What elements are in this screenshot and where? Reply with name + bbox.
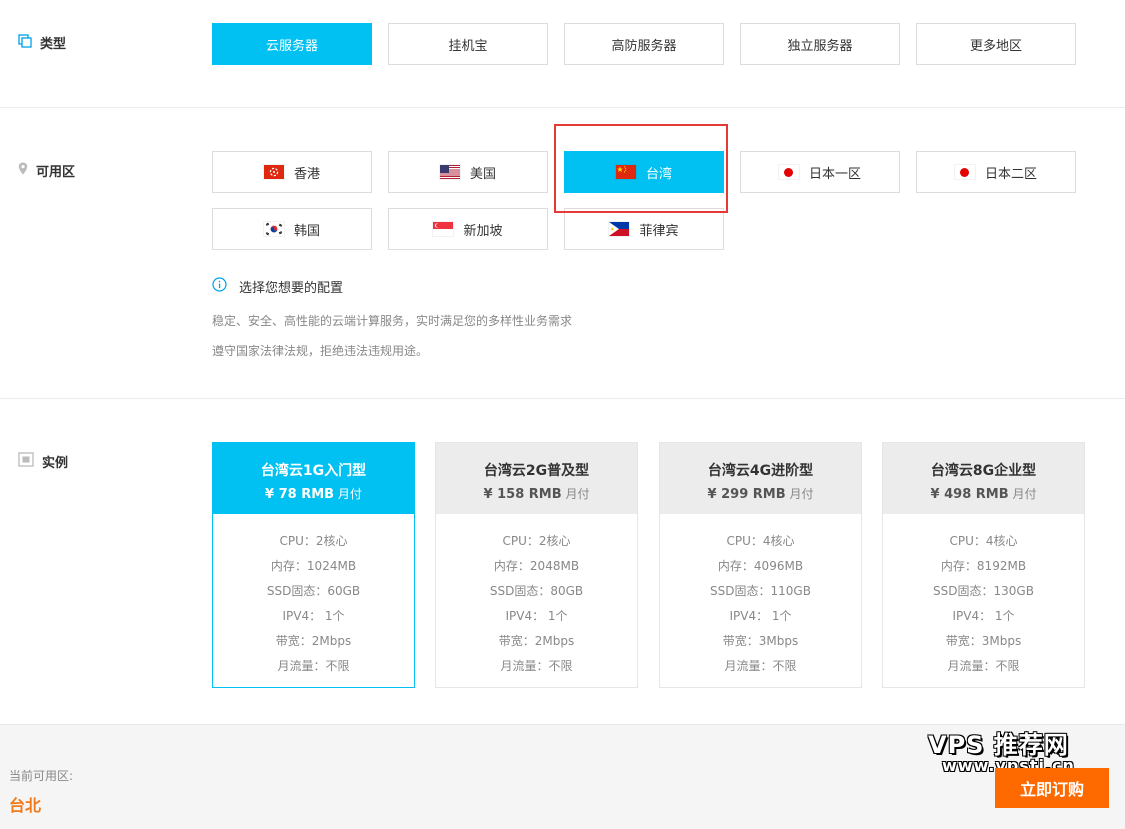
japan-flag-icon [778, 165, 799, 179]
card-specs: CPU：2核心 内存：1024MB SSD固态：60GB IPV4： 1个 带宽… [213, 514, 414, 679]
type-option-ddos-server[interactable]: 高防服务器 [564, 23, 724, 65]
watermark-title: VPS 推荐网 [928, 731, 1069, 759]
card-specs: CPU：4核心 内存：4096MB SSD固态：110GB IPV4： 1个 带… [660, 514, 861, 679]
spec-ssd: SSD固态：110GB [710, 584, 811, 598]
spec-ipv4: IPV4： 1个 [505, 609, 568, 623]
zone-section: 可用区 香港 美国 台湾 日本一区 日本二区 韩国 新加坡 菲律宾 选择您想要的… [0, 108, 1125, 399]
spec-bandwidth: 带宽：3Mbps [722, 634, 799, 648]
card-name: 台湾云4G进阶型 [707, 463, 814, 479]
instance-card-8g[interactable]: 台湾云8G企业型 ¥ 498 RMB 月付 CPU：4核心 内存：8192MB … [882, 442, 1085, 688]
spec-ipv4: IPV4： 1个 [282, 609, 345, 623]
card-price: ¥ 498 RMB 月付 [930, 487, 1037, 502]
card-header: 台湾云1G入门型 ¥ 78 RMB 月付 [213, 443, 414, 514]
hongkong-flag-icon [263, 165, 284, 179]
spec-cpu: CPU：4核心 [726, 534, 795, 548]
card-price: ¥ 78 RMB 月付 [265, 487, 362, 502]
spec-ipv4: IPV4： 1个 [952, 609, 1015, 623]
japan-flag-icon [954, 165, 975, 179]
spec-memory: 内存：4096MB [717, 559, 804, 573]
spec-cpu: CPU：4核心 [949, 534, 1018, 548]
type-label: 类型 [18, 33, 66, 52]
spec-ssd: SSD固态：80GB [489, 584, 584, 598]
card-header: 台湾云2G普及型 ¥ 158 RMB 月付 [436, 443, 637, 514]
card-specs: CPU：4核心 内存：8192MB SSD固态：130GB IPV4： 1个 带… [883, 514, 1084, 679]
usa-flag-icon [439, 165, 460, 179]
type-section: 类型 云服务器 挂机宝 高防服务器 独立服务器 更多地区 [0, 0, 1125, 108]
zone-option-philippines[interactable]: 菲律宾 [564, 208, 724, 250]
card-name: 台湾云1G入门型 [260, 463, 367, 479]
spec-bandwidth: 带宽：3Mbps [945, 634, 1022, 648]
spec-traffic: 月流量：不限 [277, 659, 350, 673]
spec-ipv4: IPV4： 1个 [729, 609, 792, 623]
type-option-guajibao[interactable]: 挂机宝 [388, 23, 548, 65]
card-header: 台湾云8G企业型 ¥ 498 RMB 月付 [883, 443, 1084, 514]
card-name: 台湾云8G企业型 [930, 463, 1037, 479]
zone-label: 可用区 [18, 161, 75, 180]
instance-card-1g[interactable]: 台湾云1G入门型 ¥ 78 RMB 月付 CPU：2核心 内存：1024MB S… [212, 442, 415, 688]
zone-option-japan-2[interactable]: 日本二区 [916, 151, 1076, 193]
current-zone-value: 台北 [9, 796, 42, 815]
instance-label: 实例 [18, 452, 68, 471]
instance-icon [18, 452, 34, 471]
type-option-more-regions[interactable]: 更多地区 [916, 23, 1076, 65]
type-label-text: 类型 [40, 37, 67, 52]
singapore-flag-icon [433, 222, 454, 236]
spec-bandwidth: 带宽：2Mbps [498, 634, 575, 648]
spec-ssd: SSD固态：130GB [933, 584, 1034, 598]
config-info-title: 选择您想要的配置 [212, 277, 343, 296]
card-name: 台湾云2G普及型 [483, 463, 590, 479]
zone-label-text: 可用区 [36, 165, 76, 180]
zone-option-japan-1[interactable]: 日本一区 [740, 151, 900, 193]
card-specs: CPU：2核心 内存：2048MB SSD固态：80GB IPV4： 1个 带宽… [436, 514, 637, 679]
spec-bandwidth: 带宽：2Mbps [275, 634, 352, 648]
location-pin-icon [18, 162, 28, 179]
instance-card-2g[interactable]: 台湾云2G普及型 ¥ 158 RMB 月付 CPU：2核心 内存：2048MB … [435, 442, 638, 688]
highlight-box [554, 124, 728, 213]
config-info-line2: 遵守国家法律法规，拒绝违法违规用途。 [212, 344, 429, 358]
spec-traffic: 月流量：不限 [500, 659, 573, 673]
instance-label-text: 实例 [42, 456, 69, 471]
type-option-dedicated-server[interactable]: 独立服务器 [740, 23, 900, 65]
card-price: ¥ 158 RMB 月付 [483, 487, 590, 502]
card-price: ¥ 299 RMB 月付 [707, 487, 814, 502]
spec-traffic: 月流量：不限 [724, 659, 797, 673]
current-zone-label: 当前可用区: [9, 769, 74, 783]
spec-traffic: 月流量：不限 [947, 659, 1020, 673]
config-info-line1: 稳定、安全、高性能的云端计算服务，实时满足您的多样性业务需求 [212, 314, 573, 328]
spec-memory: 内存：2048MB [493, 559, 580, 573]
spec-ssd: SSD固态：60GB [266, 584, 361, 598]
philippines-flag-icon [609, 222, 630, 236]
spec-cpu: CPU：2核心 [279, 534, 348, 548]
info-icon [212, 277, 227, 296]
spec-cpu: CPU：2核心 [502, 534, 571, 548]
zone-option-usa[interactable]: 美国 [388, 151, 548, 193]
zone-option-hongkong[interactable]: 香港 [212, 151, 372, 193]
copy-icon [18, 33, 32, 52]
spec-memory: 内存：8192MB [940, 559, 1027, 573]
order-now-button[interactable]: 立即订购 [995, 768, 1109, 808]
footer-bar: 当前可用区: 台北 VPS 推荐网 www.vpstj.cn 立即订购 [0, 724, 1125, 829]
card-header: 台湾云4G进阶型 ¥ 299 RMB 月付 [660, 443, 861, 514]
type-option-cloud-server[interactable]: 云服务器 [212, 23, 372, 65]
korea-flag-icon [263, 222, 284, 236]
instance-card-4g[interactable]: 台湾云4G进阶型 ¥ 299 RMB 月付 CPU：4核心 内存：4096MB … [659, 442, 862, 688]
zone-option-singapore[interactable]: 新加坡 [388, 208, 548, 250]
spec-memory: 内存：1024MB [270, 559, 357, 573]
zone-option-korea[interactable]: 韩国 [212, 208, 372, 250]
